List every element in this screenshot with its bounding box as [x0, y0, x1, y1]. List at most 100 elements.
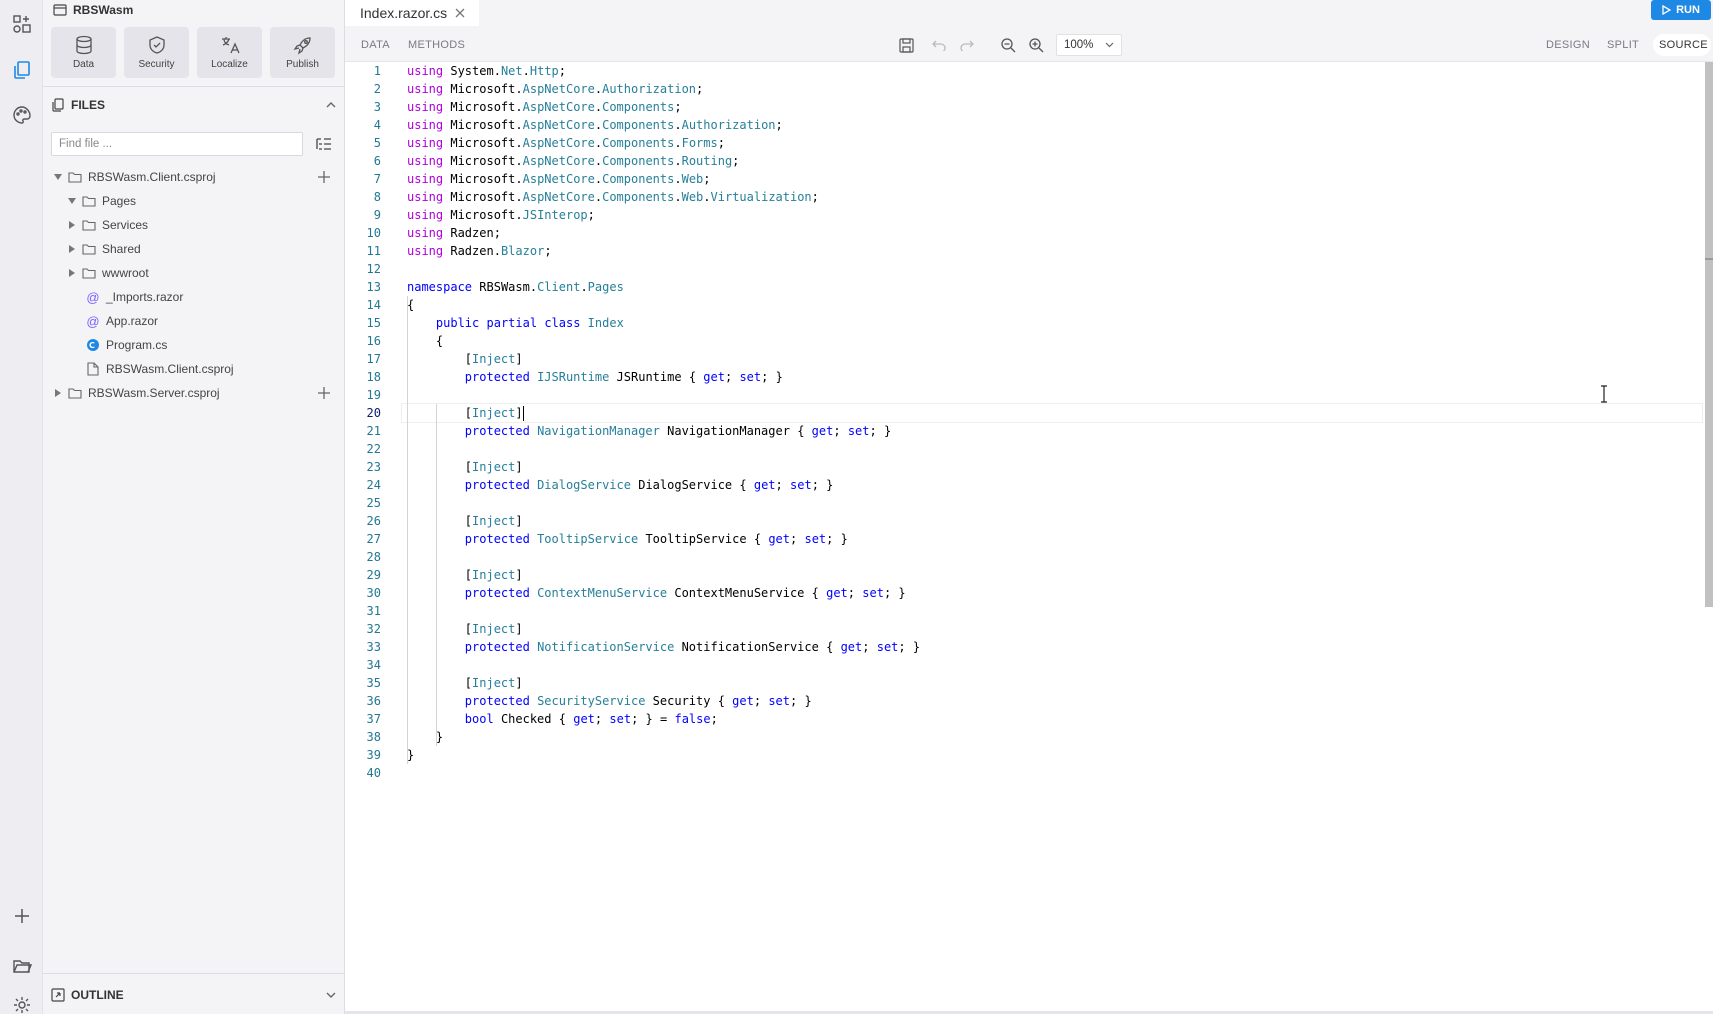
- code-line[interactable]: using Microsoft.JSInterop;: [407, 206, 1697, 224]
- code-line[interactable]: public partial class Index: [407, 314, 1697, 332]
- chevron-right-icon[interactable]: [67, 244, 77, 254]
- code-line[interactable]: }: [407, 746, 1697, 764]
- code-line[interactable]: [407, 260, 1697, 278]
- line-number: 22: [366, 442, 381, 456]
- add-icon[interactable]: [6, 900, 38, 932]
- zoom-select[interactable]: 100%: [1056, 34, 1122, 56]
- chevron-right-icon[interactable]: [67, 268, 77, 278]
- code-line[interactable]: using System.Net.Http;: [407, 62, 1697, 80]
- localize-tool-label: Localize: [211, 59, 248, 70]
- tree-item-server-project[interactable]: RBSWasm.Server.csproj: [43, 381, 345, 405]
- tab-source[interactable]: SOURCE: [1659, 28, 1708, 62]
- zoom-out-icon[interactable]: [1000, 37, 1016, 53]
- localize-tool-button[interactable]: Localize: [197, 27, 262, 78]
- tree-item-program-cs[interactable]: C Program.cs: [43, 333, 345, 357]
- save-icon[interactable]: [898, 37, 914, 53]
- code-line[interactable]: [407, 602, 1697, 620]
- code-line[interactable]: using Microsoft.AspNetCore.Components.Fo…: [407, 134, 1697, 152]
- tree-item-imports-razor[interactable]: @ _Imports.razor: [43, 285, 345, 309]
- folder-icon: [81, 242, 97, 256]
- code-line[interactable]: [Inject]: [407, 566, 1697, 584]
- tree-view-toggle[interactable]: [311, 132, 337, 156]
- line-number: 37: [366, 712, 381, 726]
- code-line[interactable]: protected DialogService DialogService { …: [407, 476, 1697, 494]
- undo-icon[interactable]: [931, 37, 947, 53]
- code-line[interactable]: [407, 440, 1697, 458]
- chevron-right-icon[interactable]: [53, 388, 63, 398]
- tree-item-services[interactable]: Services: [43, 213, 345, 237]
- zoom-in-icon[interactable]: [1028, 37, 1044, 53]
- publish-tool-button[interactable]: Publish: [270, 27, 335, 78]
- code-line[interactable]: {: [407, 332, 1697, 350]
- code-line[interactable]: using Microsoft.AspNetCore.Authorization…: [407, 80, 1697, 98]
- tab-methods[interactable]: METHODS: [408, 28, 465, 62]
- security-tool-button[interactable]: Security: [124, 27, 189, 78]
- code-line[interactable]: }: [407, 728, 1697, 746]
- settings-icon[interactable]: [6, 996, 38, 1014]
- code-line[interactable]: [407, 386, 1697, 404]
- code-line[interactable]: [407, 494, 1697, 512]
- code-lines[interactable]: using System.Net.Http; using Microsoft.As…: [401, 62, 1703, 782]
- add-file-icon[interactable]: [317, 386, 331, 400]
- line-number: 27: [366, 532, 381, 546]
- files-icon[interactable]: [6, 54, 38, 86]
- vertical-scrollbar[interactable]: [1705, 62, 1713, 607]
- files-panel-header[interactable]: FILES: [51, 96, 337, 114]
- chevron-right-icon[interactable]: [67, 220, 77, 230]
- close-icon[interactable]: [455, 8, 465, 18]
- tab-data[interactable]: DATA: [361, 28, 390, 62]
- components-icon[interactable]: [6, 8, 38, 40]
- chevron-up-icon[interactable]: [325, 99, 337, 111]
- run-button[interactable]: RUN: [1651, 0, 1711, 20]
- run-label: RUN: [1676, 4, 1700, 16]
- code-line[interactable]: using Microsoft.AspNetCore.Components;: [407, 98, 1697, 116]
- redo-icon[interactable]: [958, 37, 974, 53]
- tab-index-razor-cs[interactable]: Index.razor.cs: [345, 0, 479, 26]
- find-file-input[interactable]: [51, 132, 303, 156]
- chevron-down-icon[interactable]: [53, 172, 63, 182]
- tree-item-wwwroot[interactable]: wwwroot: [43, 261, 345, 285]
- data-tool-button[interactable]: Data: [51, 27, 116, 78]
- line-number: 32: [366, 622, 381, 636]
- code-editor[interactable]: 1 2 3 4 5 6 7 8 9 10 11 12 13 14 15 16 17 18 19 20 21 22 23 24 2…: [345, 62, 1713, 1014]
- tree-item-client-csproj-file[interactable]: RBSWasm.Client.csproj: [43, 357, 345, 381]
- code-line[interactable]: protected NavigationManager NavigationMa…: [407, 422, 1697, 440]
- code-line[interactable]: using Microsoft.AspNetCore.Components.Au…: [407, 116, 1697, 134]
- outline-panel-header[interactable]: OUTLINE: [51, 986, 337, 1004]
- add-file-icon[interactable]: [317, 170, 331, 184]
- code-line[interactable]: [407, 656, 1697, 674]
- code-line[interactable]: protected SecurityService Security { get…: [407, 692, 1697, 710]
- chevron-down-icon[interactable]: [67, 196, 77, 206]
- code-line[interactable]: bool Checked { get; set; } = false;: [407, 710, 1697, 728]
- code-line[interactable]: using Radzen.Blazor;: [407, 242, 1697, 260]
- code-line[interactable]: [407, 548, 1697, 566]
- code-line[interactable]: {: [407, 296, 1697, 314]
- code-line[interactable]: using Radzen;: [407, 224, 1697, 242]
- code-line[interactable]: [Inject]: [407, 512, 1697, 530]
- code-line[interactable]: protected ContextMenuService ContextMenu…: [407, 584, 1697, 602]
- code-line[interactable]: namespace RBSWasm.Client.Pages: [407, 278, 1697, 296]
- code-line[interactable]: protected IJSRuntime JSRuntime { get; se…: [407, 368, 1697, 386]
- code-line[interactable]: protected TooltipService TooltipService …: [407, 530, 1697, 548]
- tree-item-app-razor[interactable]: @ App.razor: [43, 309, 345, 333]
- code-line[interactable]: [Inject]: [407, 620, 1697, 638]
- tree-item-pages[interactable]: Pages: [43, 189, 345, 213]
- tree-item-shared[interactable]: Shared: [43, 237, 345, 261]
- code-line[interactable]: [Inject]: [407, 674, 1697, 692]
- code-line[interactable]: [Inject]: [407, 350, 1697, 368]
- window-icon: [53, 4, 67, 16]
- code-line[interactable]: protected NotificationService Notificati…: [407, 638, 1697, 656]
- chevron-down-icon[interactable]: [325, 989, 337, 1001]
- code-line[interactable]: using Microsoft.AspNetCore.Components.We…: [407, 188, 1697, 206]
- zoom-value: 100%: [1064, 39, 1094, 51]
- code-line[interactable]: [Inject]: [401, 403, 1703, 423]
- code-line[interactable]: [Inject]: [407, 458, 1697, 476]
- tab-split[interactable]: SPLIT: [1607, 28, 1639, 62]
- code-line[interactable]: using Microsoft.AspNetCore.Components.Ro…: [407, 152, 1697, 170]
- tab-design[interactable]: DESIGN: [1546, 28, 1590, 62]
- theme-icon[interactable]: [6, 99, 38, 131]
- code-line[interactable]: [407, 764, 1697, 782]
- tree-item-client-project[interactable]: RBSWasm.Client.csproj: [43, 165, 345, 189]
- folder-open-icon[interactable]: [6, 950, 38, 982]
- code-line[interactable]: using Microsoft.AspNetCore.Components.We…: [407, 170, 1697, 188]
